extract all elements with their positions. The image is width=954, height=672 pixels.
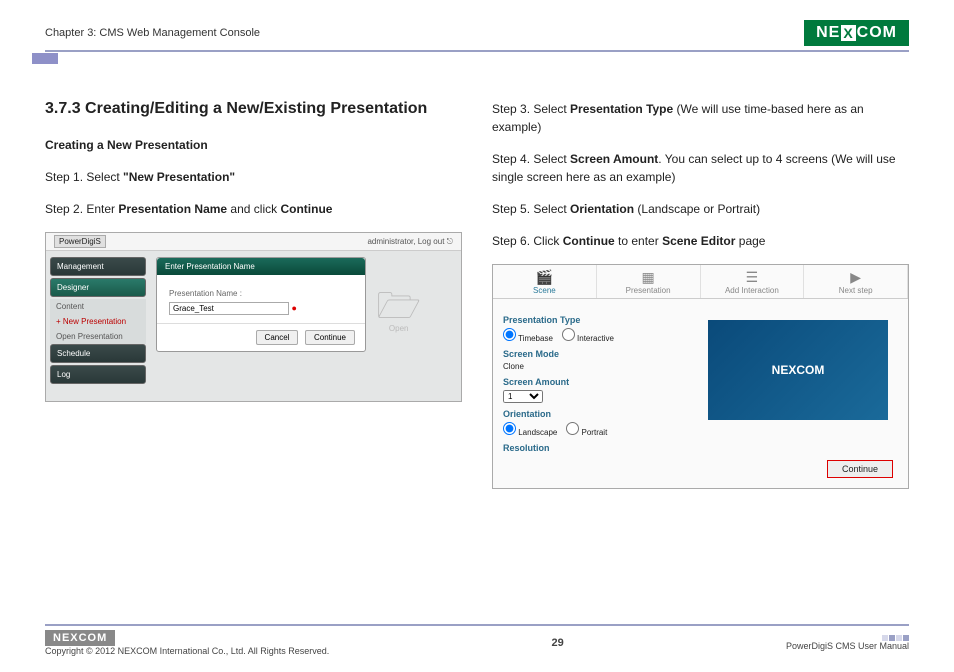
tab-next-step[interactable]: ▶Next step (804, 265, 908, 298)
modal-title: Enter Presentation Name (157, 258, 365, 275)
presentation-type-heading: Presentation Type (503, 315, 653, 325)
screen-amount-select[interactable]: 1 (503, 390, 543, 403)
page-number: 29 (551, 637, 563, 649)
sidebar-log[interactable]: Log (50, 365, 146, 384)
sidebar-content[interactable]: Content (50, 299, 146, 314)
modal-enter-name: Enter Presentation Name Presentation Nam… (156, 257, 366, 352)
chapter-title: Chapter 3: CMS Web Management Console (45, 27, 260, 39)
nexcom-logo: NEXCOM (804, 20, 909, 46)
step-1: Step 1. Select "New Presentation" (45, 168, 462, 186)
orientation-heading: Orientation (503, 409, 653, 419)
presentation-name-label: Presentation Name : (169, 289, 353, 298)
continue-button[interactable]: Continue (305, 330, 355, 345)
tab-add-interaction[interactable]: ☰Add Interaction (701, 265, 805, 298)
presentation-icon: ▦ (597, 269, 700, 286)
resolution-heading: Resolution (503, 443, 653, 453)
interaction-icon: ☰ (701, 269, 804, 286)
scene-icon: 🎬 (493, 269, 596, 286)
step-6: Step 6. Click Continue to enter Scene Ed… (492, 232, 909, 250)
screen-mode-value: Clone (503, 362, 653, 371)
next-icon: ▶ (804, 269, 907, 286)
sidebar-new-presentation[interactable]: + New Presentation (50, 314, 146, 329)
section-title: 3.7.3 Creating/Editing a New/Existing Pr… (45, 100, 462, 118)
sidebar-open-presentation[interactable]: Open Presentation (50, 329, 146, 344)
radio-interactive[interactable]: Interactive (562, 334, 614, 343)
app-brand: PowerDigiS (54, 235, 106, 248)
step-2: Step 2. Enter Presentation Name and clic… (45, 200, 462, 218)
tab-scene[interactable]: 🎬Scene (493, 265, 597, 298)
continue-button-2[interactable]: Continue (827, 460, 893, 478)
sidebar-management[interactable]: Management (50, 257, 146, 276)
login-info: administrator, Log out ⎋ (367, 237, 453, 247)
tab-presentation[interactable]: ▦Presentation (597, 265, 701, 298)
screenshot-new-presentation: PowerDigiS administrator, Log out ⎋ Mana… (45, 232, 462, 402)
step-3: Step 3. Select Presentation Type (We wil… (492, 100, 909, 136)
page-marker (32, 53, 58, 64)
screen-mode-heading: Screen Mode (503, 349, 653, 359)
cancel-button[interactable]: Cancel (256, 330, 299, 345)
copyright-text: Copyright © 2012 NEXCOM International Co… (45, 646, 329, 656)
sidebar: Management Designer Content + New Presen… (50, 257, 146, 386)
folder-icon: 🗁 (376, 288, 421, 324)
open-folder: 🗁 Open (376, 288, 421, 333)
manual-name: PowerDigiS CMS User Manual (786, 641, 909, 651)
preview-panel: NEXCOM (708, 320, 888, 420)
subsection-title: Creating a New Presentation (45, 138, 462, 152)
footer-logo: NEXCOM (45, 630, 115, 646)
step-4: Step 4. Select Screen Amount. You can se… (492, 150, 909, 186)
radio-portrait[interactable]: Portrait (566, 428, 607, 437)
radio-timebase[interactable]: Timebase (503, 334, 553, 343)
screenshot-presentation-type: 🎬Scene ▦Presentation ☰Add Interaction ▶N… (492, 264, 909, 489)
sidebar-schedule[interactable]: Schedule (50, 344, 146, 363)
step-5: Step 5. Select Orientation (Landscape or… (492, 200, 909, 218)
settings-panel: Presentation Type Timebase Interactive S… (503, 309, 653, 456)
radio-landscape[interactable]: Landscape (503, 428, 557, 437)
presentation-name-input[interactable] (169, 302, 289, 315)
sidebar-designer[interactable]: Designer (50, 278, 146, 297)
screen-amount-heading: Screen Amount (503, 377, 653, 387)
